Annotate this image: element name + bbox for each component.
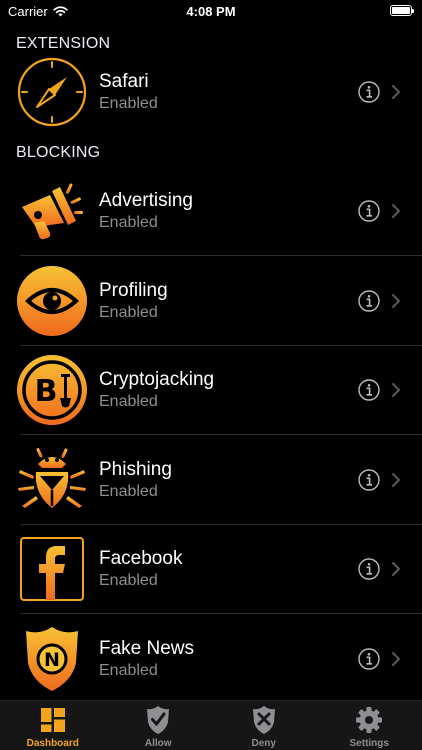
row-advertising[interactable]: Advertising Enabled (0, 166, 422, 256)
info-icon[interactable] (358, 290, 380, 312)
gear-icon (356, 707, 383, 733)
shield-check-icon (147, 706, 170, 734)
chevron-right-icon (392, 562, 400, 576)
tab-label: Deny (251, 738, 276, 749)
chevron-right-icon (392, 85, 400, 99)
bitcoin-icon: B (17, 355, 87, 425)
row-subtitle: Enabled (99, 214, 158, 231)
status-time: 4:08 PM (186, 4, 236, 19)
info-icon[interactable] (358, 558, 380, 580)
row-title: Safari (99, 71, 149, 92)
status-bar: Carrier 4:08 PM (0, 0, 422, 24)
info-icon[interactable] (358, 648, 380, 670)
tab-dashboard[interactable]: Dashboard (0, 701, 106, 750)
tab-label: Settings (349, 738, 389, 749)
tab-label: Allow (144, 738, 172, 749)
row-title: Profiling (99, 280, 168, 301)
facebook-icon (20, 537, 84, 601)
row-title: Fake News (99, 638, 195, 659)
row-subtitle: Enabled (99, 483, 158, 500)
megaphone-icon (22, 183, 83, 240)
svg-text:N: N (44, 649, 60, 671)
row-subtitle: Enabled (99, 393, 158, 410)
svg-text:B: B (35, 374, 58, 409)
row-subtitle: Enabled (99, 662, 158, 679)
chevron-right-icon (392, 204, 400, 218)
row-title: Advertising (99, 190, 193, 211)
row-title: Phishing (99, 459, 172, 480)
row-subtitle: Enabled (99, 572, 158, 589)
info-icon[interactable] (358, 379, 380, 401)
chevron-right-icon (392, 473, 400, 487)
row-subtitle: Enabled (99, 304, 158, 321)
row-phishing[interactable]: Phishing Enabled (0, 435, 422, 525)
section-header-blocking: BLOCKING (16, 144, 101, 161)
chevron-right-icon (392, 652, 400, 666)
chevron-right-icon (392, 294, 400, 308)
row-profiling[interactable]: Profiling Enabled (0, 256, 422, 346)
shield-x-icon (252, 706, 275, 734)
tab-deny[interactable]: Deny (211, 701, 317, 750)
compass-icon (17, 57, 87, 127)
row-cryptojacking[interactable]: B Cryptojacking Enabled (0, 345, 422, 435)
info-icon[interactable] (358, 81, 380, 103)
row-safari[interactable]: Safari Enabled (0, 47, 422, 137)
chevron-right-icon (392, 383, 400, 397)
dashboard-grid-icon (40, 708, 65, 732)
tab-settings[interactable]: Settings (317, 701, 422, 750)
row-facebook[interactable]: Facebook Enabled (0, 524, 422, 614)
tab-allow[interactable]: Allow (106, 701, 212, 750)
row-subtitle: Enabled (99, 95, 158, 112)
row-title: Facebook (99, 548, 183, 569)
tab-label: Dashboard (26, 738, 79, 749)
info-icon[interactable] (358, 469, 380, 491)
eye-icon (17, 266, 87, 336)
shield-n-icon: N (26, 627, 78, 691)
row-fake-news[interactable]: N Fake News Enabled (0, 614, 422, 704)
tab-bar: Dashboard Allow Deny Settings (0, 700, 422, 750)
row-title: Cryptojacking (99, 369, 215, 390)
battery-icon (390, 5, 414, 16)
info-icon[interactable] (358, 200, 380, 222)
bug-icon (18, 448, 86, 508)
